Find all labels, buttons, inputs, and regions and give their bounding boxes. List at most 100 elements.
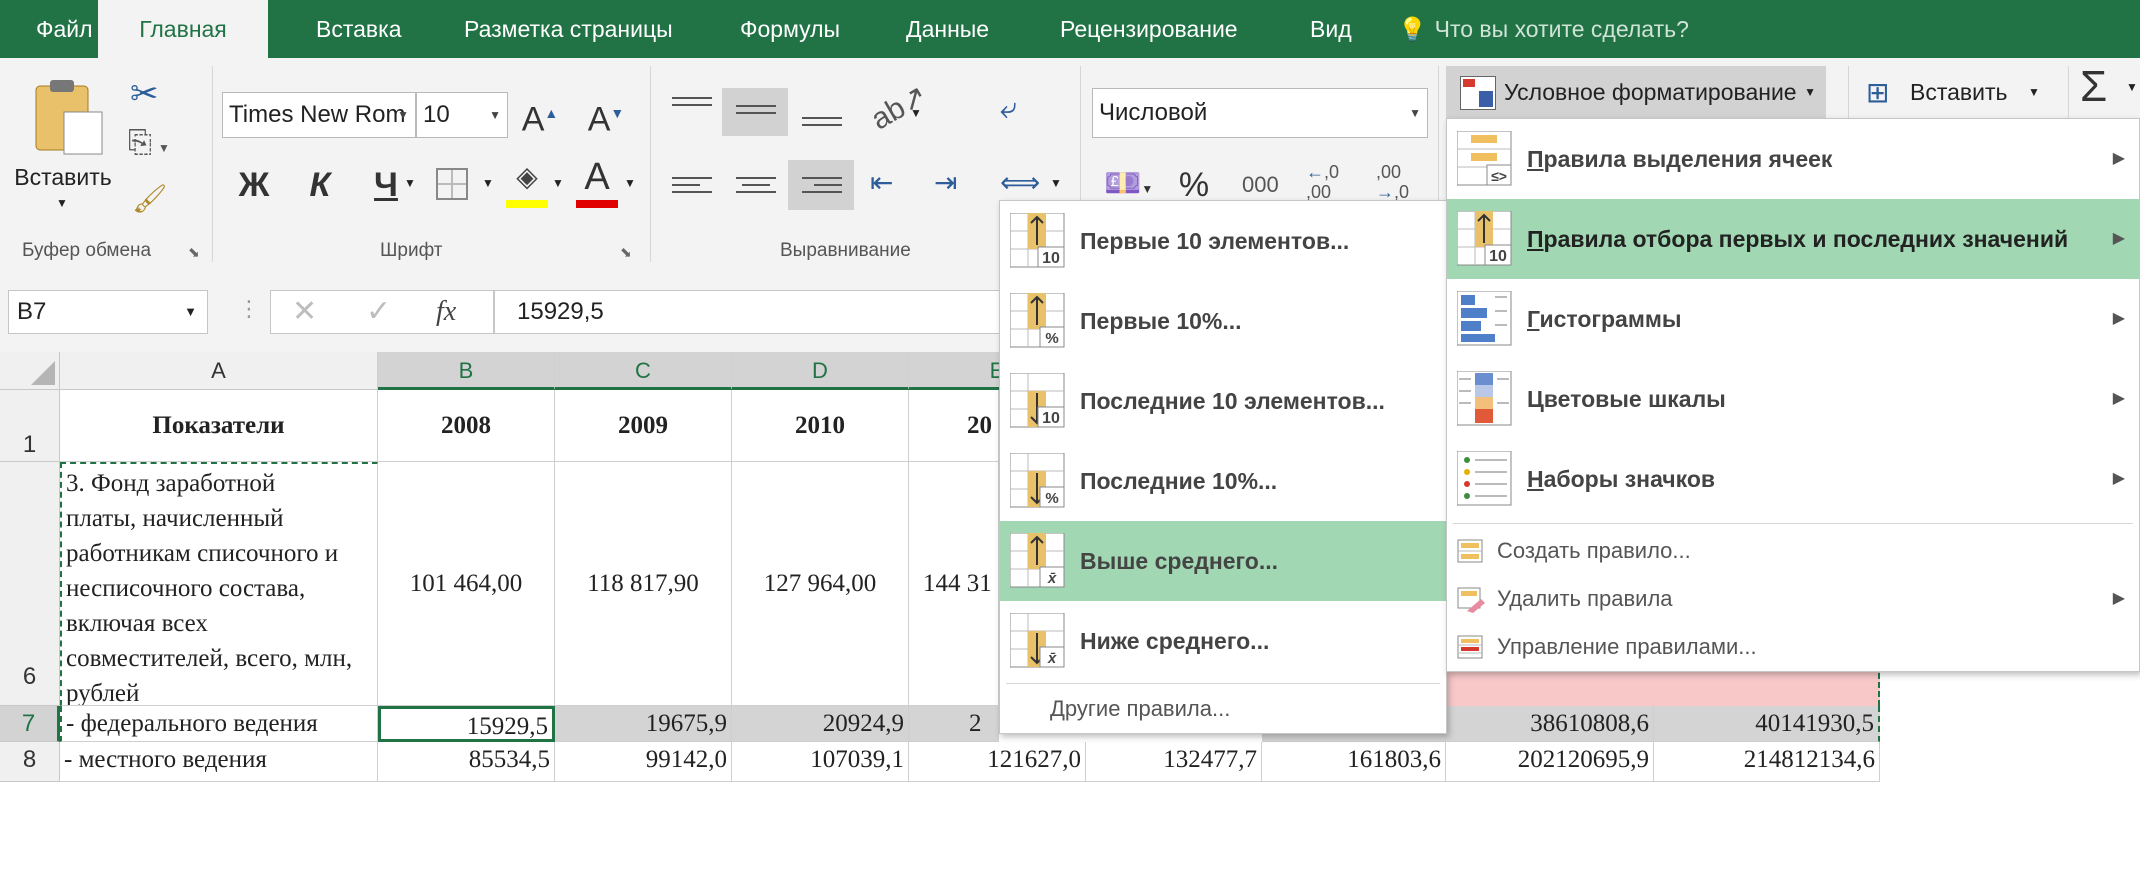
- increase-decimal-icon[interactable]: ←,0,00: [1306, 162, 1339, 202]
- decrease-decimal-icon[interactable]: ,00 →,0: [1376, 162, 1409, 202]
- cell-e1[interactable]: 20: [909, 390, 999, 462]
- chevron-down-icon[interactable]: ▼: [482, 176, 494, 190]
- font-color-icon[interactable]: A: [576, 156, 618, 210]
- wrap-text-icon[interactable]: ⤶: [1000, 92, 1017, 126]
- column-header-d[interactable]: D: [732, 352, 909, 390]
- column-header-a[interactable]: A: [60, 352, 378, 390]
- insert-function-icon[interactable]: fx: [436, 290, 456, 334]
- menu-item-top-10-items[interactable]: 10 Первые 10 элементов...: [1000, 201, 1446, 281]
- cell-a8[interactable]: - местного ведения: [60, 742, 378, 782]
- row-header-1[interactable]: 1: [0, 390, 60, 462]
- chevron-down-icon[interactable]: ▼: [404, 176, 416, 190]
- tab-file[interactable]: Файл: [36, 0, 93, 58]
- menu-item-more-rules[interactable]: Другие правила...: [1000, 685, 1446, 733]
- tab-page-layout[interactable]: Разметка страницы: [464, 0, 673, 58]
- chevron-down-icon[interactable]: ▼: [910, 106, 922, 120]
- cell-c1[interactable]: 2009: [555, 390, 732, 462]
- cancel-icon[interactable]: ✕: [292, 290, 317, 334]
- cell-b8[interactable]: 85534,5: [378, 742, 555, 782]
- cell-e8[interactable]: 121627,0: [909, 742, 1086, 782]
- conditional-formatting-button[interactable]: Условное форматирование ▼: [1446, 66, 1826, 118]
- cell-a7[interactable]: - федерального ведения: [60, 706, 378, 742]
- thousands-separator-button[interactable]: 000: [1242, 172, 1279, 198]
- cell-b6[interactable]: 101 464,00: [378, 462, 555, 706]
- cell-c7[interactable]: 19675,9: [555, 706, 732, 742]
- cell-b1[interactable]: 2008: [378, 390, 555, 462]
- cell-e6[interactable]: 144 31: [909, 462, 999, 706]
- menu-item-icon-sets[interactable]: Наборы значков ▶: [1447, 439, 2139, 519]
- decrease-indent-icon[interactable]: ⇤: [870, 166, 893, 199]
- shrink-font-icon[interactable]: A▼: [586, 88, 626, 144]
- copy-icon[interactable]: ⎘ ▼: [128, 126, 170, 160]
- cell-d7[interactable]: 20924,9: [732, 706, 909, 742]
- menu-item-top-bottom-rules[interactable]: 10 Правила отбора первых и последних зна…: [1447, 199, 2139, 279]
- insert-cells-button[interactable]: ⊞ Вставить ▼: [1866, 66, 2046, 118]
- autosum-icon[interactable]: Σ: [2080, 62, 2107, 112]
- cell-d1[interactable]: 2010: [732, 390, 909, 462]
- enter-icon[interactable]: ✓: [366, 290, 391, 334]
- select-all-corner[interactable]: [0, 352, 60, 390]
- menu-item-bottom-10-items[interactable]: 10 Последние 10 элементов...: [1000, 361, 1446, 441]
- number-format-combo[interactable]: Числовой ▼: [1092, 88, 1428, 138]
- cut-icon[interactable]: ✂: [130, 74, 159, 114]
- cell-i8[interactable]: 214812134,6: [1654, 742, 1880, 782]
- dialog-launcher-icon[interactable]: ⬊: [620, 244, 632, 261]
- cell-f8[interactable]: 132477,7: [1086, 742, 1262, 782]
- cell-a1[interactable]: Показатели: [60, 390, 378, 462]
- tab-formulas[interactable]: Формулы: [740, 0, 840, 58]
- cell-b7[interactable]: 15929,5: [378, 706, 555, 742]
- menu-item-below-average[interactable]: x̄ Ниже среднего...: [1000, 601, 1446, 681]
- dialog-launcher-icon[interactable]: ⬊: [188, 244, 200, 261]
- name-box[interactable]: B7 ▼: [8, 290, 208, 334]
- column-header-b[interactable]: B: [378, 352, 555, 390]
- tab-view[interactable]: Вид: [1310, 0, 1352, 58]
- menu-item-above-average[interactable]: x̄ Выше среднего...: [1000, 521, 1446, 601]
- row-header-6[interactable]: 6: [0, 462, 60, 706]
- menu-item-top-10-percent[interactable]: % Первые 10%...: [1000, 281, 1446, 361]
- chevron-down-icon[interactable]: ▼: [1050, 176, 1062, 190]
- row-header-7[interactable]: 7: [0, 706, 60, 742]
- bold-button[interactable]: Ж: [232, 160, 276, 210]
- align-right-icon[interactable]: [788, 160, 854, 210]
- chevron-down-icon[interactable]: ▼: [624, 176, 636, 190]
- fill-color-icon[interactable]: ◈: [506, 160, 548, 210]
- tab-home[interactable]: Главная: [98, 0, 268, 58]
- cell-g8[interactable]: 161803,6: [1262, 742, 1446, 782]
- cell-c8[interactable]: 99142,0: [555, 742, 732, 782]
- merge-center-icon[interactable]: ⟺: [1000, 166, 1040, 199]
- menu-item-bottom-10-percent[interactable]: % Последние 10%...: [1000, 441, 1446, 521]
- increase-indent-icon[interactable]: ⇥: [934, 166, 957, 199]
- tab-review[interactable]: Рецензирование: [1060, 0, 1238, 58]
- menu-item-data-bars[interactable]: Гистограммы ▶: [1447, 279, 2139, 359]
- borders-icon[interactable]: [436, 168, 468, 200]
- row-header-8[interactable]: 8: [0, 742, 60, 782]
- format-painter-icon[interactable]: 🖌: [132, 182, 168, 215]
- cell-h7[interactable]: 38610808,6: [1446, 706, 1654, 742]
- menu-item-clear-rules[interactable]: Удалить правила ▶: [1447, 575, 2139, 623]
- cell-a6[interactable]: 3. Фонд заработной платы, начисленный ра…: [60, 462, 378, 706]
- chevron-down-icon[interactable]: ▼: [552, 176, 564, 190]
- cell-e7[interactable]: 2: [909, 706, 999, 742]
- font-name-combo[interactable]: Times New Rom ▼: [222, 92, 416, 138]
- menu-item-new-rule[interactable]: Создать правило...: [1447, 527, 2139, 575]
- column-header-c[interactable]: C: [555, 352, 732, 390]
- underline-button[interactable]: Ч: [364, 160, 408, 210]
- currency-format-icon[interactable]: 💷▼: [1104, 166, 1153, 201]
- tab-data[interactable]: Данные: [906, 0, 989, 58]
- paste-button[interactable]: Вставить ▼: [8, 72, 118, 222]
- tell-me-search[interactable]: 💡 Что вы хотите сделать?: [1398, 0, 1689, 58]
- cell-d8[interactable]: 107039,1: [732, 742, 909, 782]
- cell-c6[interactable]: 118 817,90: [555, 462, 732, 706]
- cell-h8[interactable]: 202120695,9: [1446, 742, 1654, 782]
- menu-item-highlight-cell-rules[interactable]: ≤> Правила выделения ячеек ▶: [1447, 119, 2139, 199]
- cell-d6[interactable]: 127 964,00: [732, 462, 909, 706]
- chevron-down-icon[interactable]: ▼: [2126, 80, 2138, 94]
- font-size-combo[interactable]: 10 ▼: [416, 92, 508, 138]
- grow-font-icon[interactable]: A▲: [520, 88, 560, 144]
- italic-button[interactable]: К: [298, 160, 342, 210]
- menu-item-manage-rules[interactable]: Управление правилами...: [1447, 623, 2139, 671]
- cell-i7[interactable]: 40141930,5: [1654, 706, 1880, 742]
- tab-insert[interactable]: Вставка: [316, 0, 402, 58]
- align-middle-icon[interactable]: [722, 88, 788, 136]
- menu-item-color-scales[interactable]: Цветовые шкалы ▶: [1447, 359, 2139, 439]
